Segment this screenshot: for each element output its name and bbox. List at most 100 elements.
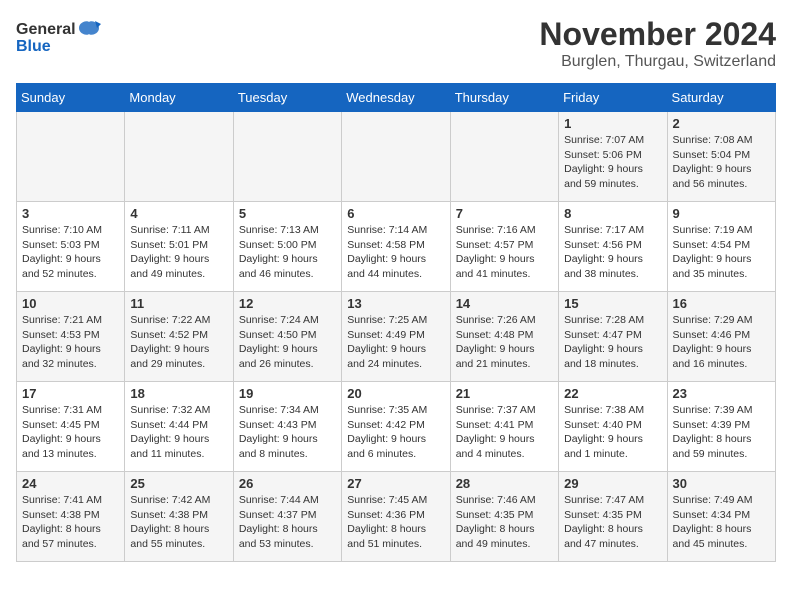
day-number: 3 — [22, 206, 119, 221]
day-number: 2 — [673, 116, 770, 131]
day-number: 10 — [22, 296, 119, 311]
calendar-table: Sunday Monday Tuesday Wednesday Thursday… — [16, 83, 776, 562]
table-row: 9Sunrise: 7:19 AM Sunset: 4:54 PM Daylig… — [667, 202, 775, 292]
day-number: 23 — [673, 386, 770, 401]
day-number: 28 — [456, 476, 553, 491]
cell-info: Sunrise: 7:29 AM Sunset: 4:46 PM Dayligh… — [673, 313, 770, 372]
cell-info: Sunrise: 7:13 AM Sunset: 5:00 PM Dayligh… — [239, 223, 336, 282]
cell-info: Sunrise: 7:47 AM Sunset: 4:35 PM Dayligh… — [564, 493, 661, 552]
cell-info: Sunrise: 7:45 AM Sunset: 4:36 PM Dayligh… — [347, 493, 444, 552]
table-row: 5 Sunrise: 7:13 AM Sunset: 5:00 PM Daylig… — [233, 202, 341, 292]
cell-info: Sunrise: 7:39 AM Sunset: 4:39 PM Dayligh… — [673, 403, 770, 462]
cell-info: Sunrise: 7:24 AM Sunset: 4:50 PM Dayligh… — [239, 313, 336, 372]
calendar-week-row: 3 Sunrise: 7:10 AM Sunset: 5:03 PM Daylig… — [17, 202, 776, 292]
table-row: 23 Sunrise: 7:39 AM Sunset: 4:39 PM Dayli… — [667, 382, 775, 472]
cell-info: Sunrise: 7:26 AM Sunset: 4:48 PM Dayligh… — [456, 313, 553, 372]
logo-general-text: General — [16, 21, 76, 39]
day-number: 11 — [130, 296, 227, 311]
day-number: 22 — [564, 386, 661, 401]
day-number: 21 — [456, 386, 553, 401]
calendar-header-row: Sunday Monday Tuesday Wednesday Thursday… — [17, 84, 776, 112]
cell-info: Sunrise: 7:49 AM Sunset: 4:34 PM Dayligh… — [673, 493, 770, 552]
table-row: 29 Sunrise: 7:47 AM Sunset: 4:35 PM Dayli… — [559, 472, 667, 562]
table-row: 7Sunrise: 7:16 AM Sunset: 4:57 PM Daylig… — [450, 202, 558, 292]
table-row: 6 Sunrise: 7:14 AM Sunset: 4:58 PM Daylig… — [342, 202, 450, 292]
header-tuesday: Tuesday — [233, 84, 341, 112]
day-number: 20 — [347, 386, 444, 401]
table-row: 14Sunrise: 7:26 AM Sunset: 4:48 PM Dayli… — [450, 292, 558, 382]
day-number: 18 — [130, 386, 227, 401]
table-row: 24Sunrise: 7:41 AM Sunset: 4:38 PM Dayli… — [17, 472, 125, 562]
day-number: 12 — [239, 296, 336, 311]
cell-info: Sunrise: 7:21 AM Sunset: 4:53 PM Dayligh… — [22, 313, 119, 372]
table-row — [233, 112, 341, 202]
calendar-week-row: 17 Sunrise: 7:31 AM Sunset: 4:45 PM Dayli… — [17, 382, 776, 472]
table-row: 10 Sunrise: 7:21 AM Sunset: 4:53 PM Dayli… — [17, 292, 125, 382]
cell-info: Sunrise: 7:17 AM Sunset: 4:56 PM Dayligh… — [564, 223, 661, 282]
day-number: 16 — [673, 296, 770, 311]
cell-info: Sunrise: 7:14 AM Sunset: 4:58 PM Dayligh… — [347, 223, 444, 282]
header-friday: Friday — [559, 84, 667, 112]
day-number: 29 — [564, 476, 661, 491]
cell-info: Sunrise: 7:16 AM Sunset: 4:57 PM Dayligh… — [456, 223, 553, 282]
cell-info: Sunrise: 7:44 AM Sunset: 4:37 PM Dayligh… — [239, 493, 336, 552]
cell-info: Sunrise: 7:46 AM Sunset: 4:35 PM Dayligh… — [456, 493, 553, 552]
day-number: 13 — [347, 296, 444, 311]
day-number: 19 — [239, 386, 336, 401]
cell-info: Sunrise: 7:31 AM Sunset: 4:45 PM Dayligh… — [22, 403, 119, 462]
table-row: 20 Sunrise: 7:35 AM Sunset: 4:42 PM Dayli… — [342, 382, 450, 472]
day-number: 6 — [347, 206, 444, 221]
header-thursday: Thursday — [450, 84, 558, 112]
cell-info: Sunrise: 7:07 AM Sunset: 5:06 PM Dayligh… — [564, 133, 661, 192]
day-number: 15 — [564, 296, 661, 311]
day-number: 8 — [564, 206, 661, 221]
day-number: 5 — [239, 206, 336, 221]
cell-info: Sunrise: 7:22 AM Sunset: 4:52 PM Dayligh… — [130, 313, 227, 372]
day-number: 17 — [22, 386, 119, 401]
logo: General Blue — [16, 20, 101, 56]
table-row — [342, 112, 450, 202]
day-number: 24 — [22, 476, 119, 491]
table-row: 4 Sunrise: 7:11 AM Sunset: 5:01 PM Daylig… — [125, 202, 233, 292]
logo-blue-text: Blue — [16, 38, 51, 56]
cell-info: Sunrise: 7:42 AM Sunset: 4:38 PM Dayligh… — [130, 493, 227, 552]
table-row: 18 Sunrise: 7:32 AM Sunset: 4:44 PM Dayli… — [125, 382, 233, 472]
table-row: 2 Sunrise: 7:08 AM Sunset: 5:04 PM Daylig… — [667, 112, 775, 202]
cell-info: Sunrise: 7:28 AM Sunset: 4:47 PM Dayligh… — [564, 313, 661, 372]
day-number: 30 — [673, 476, 770, 491]
logo-bird-icon — [77, 20, 101, 40]
cell-info: Sunrise: 7:08 AM Sunset: 5:04 PM Dayligh… — [673, 133, 770, 192]
cell-info: Sunrise: 7:10 AM Sunset: 5:03 PM Dayligh… — [22, 223, 119, 282]
title-area: November 2024 Burglen, Thurgau, Switzerl… — [539, 16, 776, 71]
table-row — [17, 112, 125, 202]
table-row: 8 Sunrise: 7:17 AM Sunset: 4:56 PM Daylig… — [559, 202, 667, 292]
table-row: 27 Sunrise: 7:45 AM Sunset: 4:36 PM Dayli… — [342, 472, 450, 562]
cell-info: Sunrise: 7:32 AM Sunset: 4:44 PM Dayligh… — [130, 403, 227, 462]
cell-info: Sunrise: 7:19 AM Sunset: 4:54 PM Dayligh… — [673, 223, 770, 282]
table-row: 25 Sunrise: 7:42 AM Sunset: 4:38 PM Dayli… — [125, 472, 233, 562]
table-row — [125, 112, 233, 202]
cell-info: Sunrise: 7:35 AM Sunset: 4:42 PM Dayligh… — [347, 403, 444, 462]
cell-info: Sunrise: 7:25 AM Sunset: 4:49 PM Dayligh… — [347, 313, 444, 372]
table-row: 15 Sunrise: 7:28 AM Sunset: 4:47 PM Dayli… — [559, 292, 667, 382]
location-title: Burglen, Thurgau, Switzerland — [539, 53, 776, 71]
day-number: 25 — [130, 476, 227, 491]
table-row: 28 Sunrise: 7:46 AM Sunset: 4:35 PM Dayli… — [450, 472, 558, 562]
table-row: 13 Sunrise: 7:25 AM Sunset: 4:49 PM Dayli… — [342, 292, 450, 382]
month-title: November 2024 — [539, 16, 776, 53]
cell-info: Sunrise: 7:38 AM Sunset: 4:40 PM Dayligh… — [564, 403, 661, 462]
logo-text-block: General Blue — [16, 20, 101, 56]
day-number: 27 — [347, 476, 444, 491]
table-row: 21Sunrise: 7:37 AM Sunset: 4:41 PM Dayli… — [450, 382, 558, 472]
cell-info: Sunrise: 7:11 AM Sunset: 5:01 PM Dayligh… — [130, 223, 227, 282]
header-monday: Monday — [125, 84, 233, 112]
day-number: 4 — [130, 206, 227, 221]
table-row: 1 Sunrise: 7:07 AM Sunset: 5:06 PM Daylig… — [559, 112, 667, 202]
table-row: 11 Sunrise: 7:22 AM Sunset: 4:52 PM Dayli… — [125, 292, 233, 382]
table-row: 3 Sunrise: 7:10 AM Sunset: 5:03 PM Daylig… — [17, 202, 125, 292]
table-row: 22 Sunrise: 7:38 AM Sunset: 4:40 PM Dayli… — [559, 382, 667, 472]
day-number: 1 — [564, 116, 661, 131]
table-row — [450, 112, 558, 202]
header-saturday: Saturday — [667, 84, 775, 112]
page-header: General Blue November 2024 Burglen, Thur… — [16, 16, 776, 71]
